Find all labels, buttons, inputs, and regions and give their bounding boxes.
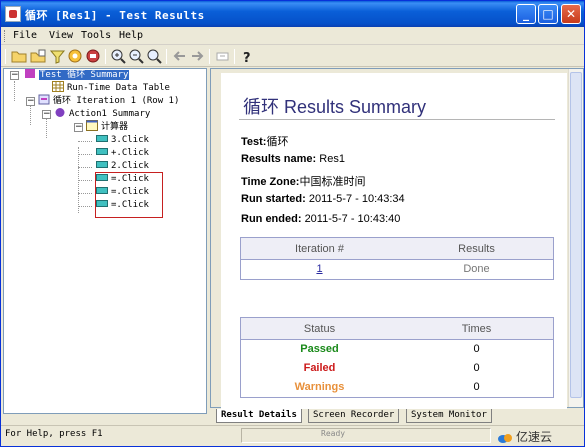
minimize-button[interactable]: _ bbox=[516, 4, 536, 24]
open-folder-icon[interactable] bbox=[11, 48, 28, 65]
table-row: Failed 0 bbox=[241, 359, 553, 378]
tree-line bbox=[78, 180, 92, 181]
filter-icon[interactable] bbox=[49, 48, 66, 65]
collapse-toggle[interactable]: − bbox=[26, 97, 35, 106]
column-header: Iteration # bbox=[295, 243, 344, 255]
button-step-icon bbox=[96, 146, 108, 157]
status-failed: Failed bbox=[303, 362, 336, 374]
time-zone-info: Time Zone:中国标准时间 bbox=[241, 176, 366, 188]
run-ended-info: Run ended: 2011-5-7 - 10:43:40 bbox=[241, 213, 401, 225]
test-results-window: 循环 [Res1] - Test Results _ □ ✕ File View… bbox=[0, 0, 585, 447]
results-name-info: Results name: Res1 bbox=[241, 153, 345, 165]
window-icon bbox=[86, 120, 98, 131]
status-count: 0 bbox=[473, 381, 480, 393]
column-header: Status bbox=[303, 323, 336, 335]
iterations-table: Iteration # Results 1 Done bbox=[240, 237, 554, 280]
menu-bar: File View Tools Help bbox=[1, 27, 584, 45]
maximize-button[interactable]: □ bbox=[538, 4, 558, 24]
toolbar-separator bbox=[234, 49, 235, 64]
iterations-table-header: Iteration # Results bbox=[241, 238, 553, 260]
table-row: Passed 0 bbox=[241, 340, 553, 359]
table-row: 1 Done bbox=[241, 260, 553, 279]
tree-line bbox=[30, 105, 31, 125]
status-warnings: Warnings bbox=[294, 381, 345, 393]
collapse-toggle[interactable]: − bbox=[74, 123, 83, 132]
status-count: 0 bbox=[473, 362, 480, 374]
status-count: 0 bbox=[473, 343, 480, 355]
status-panel bbox=[241, 428, 491, 443]
tree-node-action[interactable]: Action1 Summary bbox=[54, 108, 150, 121]
button-step-icon bbox=[96, 133, 108, 144]
status-ready: Ready bbox=[321, 429, 346, 438]
status-table-header: Status Times bbox=[241, 318, 553, 340]
toolbar: ? bbox=[1, 46, 584, 67]
back-arrow-icon[interactable] bbox=[171, 48, 188, 65]
action-icon bbox=[54, 107, 66, 118]
table-row: Warnings 0 bbox=[241, 378, 553, 397]
tree-line bbox=[14, 81, 15, 101]
tab-screen-recorder[interactable]: Screen Recorder bbox=[308, 409, 400, 423]
iteration-icon bbox=[38, 94, 50, 105]
button-step-icon bbox=[96, 159, 108, 170]
test-info: Test:循环 bbox=[241, 136, 289, 148]
status-table: Status Times Passed 0 Failed 0 Warnings … bbox=[240, 317, 554, 398]
column-header: Times bbox=[461, 323, 492, 335]
summary-icon bbox=[24, 68, 36, 79]
close-button[interactable]: ✕ bbox=[561, 4, 581, 24]
expand-all-icon[interactable] bbox=[214, 48, 231, 65]
toolbar-separator bbox=[166, 49, 167, 64]
window-title: 循环 [Res1] - Test Results bbox=[25, 9, 205, 22]
results-summary-panel: 循环 Results Summary Test:循环 Results name:… bbox=[210, 68, 584, 409]
menu-grip bbox=[4, 30, 7, 42]
print-icon[interactable] bbox=[85, 48, 102, 65]
tree-line bbox=[78, 206, 92, 207]
data-table-icon bbox=[52, 81, 64, 92]
scrollbar-thumb[interactable] bbox=[570, 72, 582, 398]
status-passed: Passed bbox=[300, 343, 339, 355]
highlight-box bbox=[95, 172, 163, 218]
bottom-tabs: Result Details Screen Recorder System Mo… bbox=[210, 409, 584, 423]
cloud-logo-icon bbox=[497, 432, 513, 444]
iteration-result: Done bbox=[463, 263, 490, 275]
vertical-scrollbar[interactable] bbox=[568, 69, 583, 407]
tree-line bbox=[46, 118, 47, 138]
tab-system-monitor[interactable]: System Monitor bbox=[406, 409, 492, 423]
menu-view[interactable]: View bbox=[49, 30, 73, 41]
zoom-out-icon[interactable] bbox=[128, 48, 145, 65]
tree-line bbox=[78, 154, 92, 155]
toolbar-separator bbox=[105, 49, 106, 64]
watermark: 亿速云 bbox=[497, 428, 552, 445]
tree-line bbox=[78, 193, 92, 194]
title-bar[interactable]: 循环 [Res1] - Test Results _ □ ✕ bbox=[1, 1, 584, 27]
tree-node-runtime-table[interactable]: Run-Time Data Table bbox=[52, 81, 170, 95]
tree-line bbox=[78, 167, 92, 168]
help-icon[interactable]: ? bbox=[239, 48, 256, 66]
run-started-info: Run started: 2011-5-7 - 10:43:34 bbox=[241, 193, 405, 205]
collapse-toggle[interactable]: − bbox=[42, 110, 51, 119]
title-divider bbox=[239, 119, 555, 120]
collapse-toggle[interactable]: − bbox=[10, 71, 19, 80]
iteration-link[interactable]: 1 bbox=[241, 260, 398, 279]
app-icon bbox=[5, 6, 21, 22]
menu-help[interactable]: Help bbox=[119, 30, 143, 41]
open-results-icon[interactable] bbox=[30, 48, 47, 65]
column-header: Results bbox=[458, 243, 495, 255]
results-tree[interactable]: − Test 循环 Summary Run-Time Data Table − … bbox=[3, 68, 207, 414]
status-help-text: For Help, press F1 bbox=[5, 429, 103, 439]
zoom-in-icon[interactable] bbox=[110, 48, 127, 65]
menu-tools[interactable]: Tools bbox=[81, 30, 111, 41]
page-title: 循环 Results Summary bbox=[243, 97, 427, 117]
find-icon[interactable] bbox=[67, 48, 84, 65]
tree-node-summary[interactable]: Test 循环 Summary bbox=[24, 68, 130, 82]
tab-result-details[interactable]: Result Details bbox=[216, 409, 302, 423]
tree-line bbox=[78, 141, 92, 142]
toolbar-separator bbox=[209, 49, 210, 64]
svg-text:?: ? bbox=[243, 51, 251, 65]
toolbar-grip bbox=[5, 49, 6, 64]
zoom-fit-icon[interactable] bbox=[146, 48, 163, 65]
menu-file[interactable]: File bbox=[13, 30, 37, 41]
summary-page: 循环 Results Summary Test:循环 Results name:… bbox=[221, 73, 567, 409]
forward-arrow-icon[interactable] bbox=[189, 48, 206, 65]
